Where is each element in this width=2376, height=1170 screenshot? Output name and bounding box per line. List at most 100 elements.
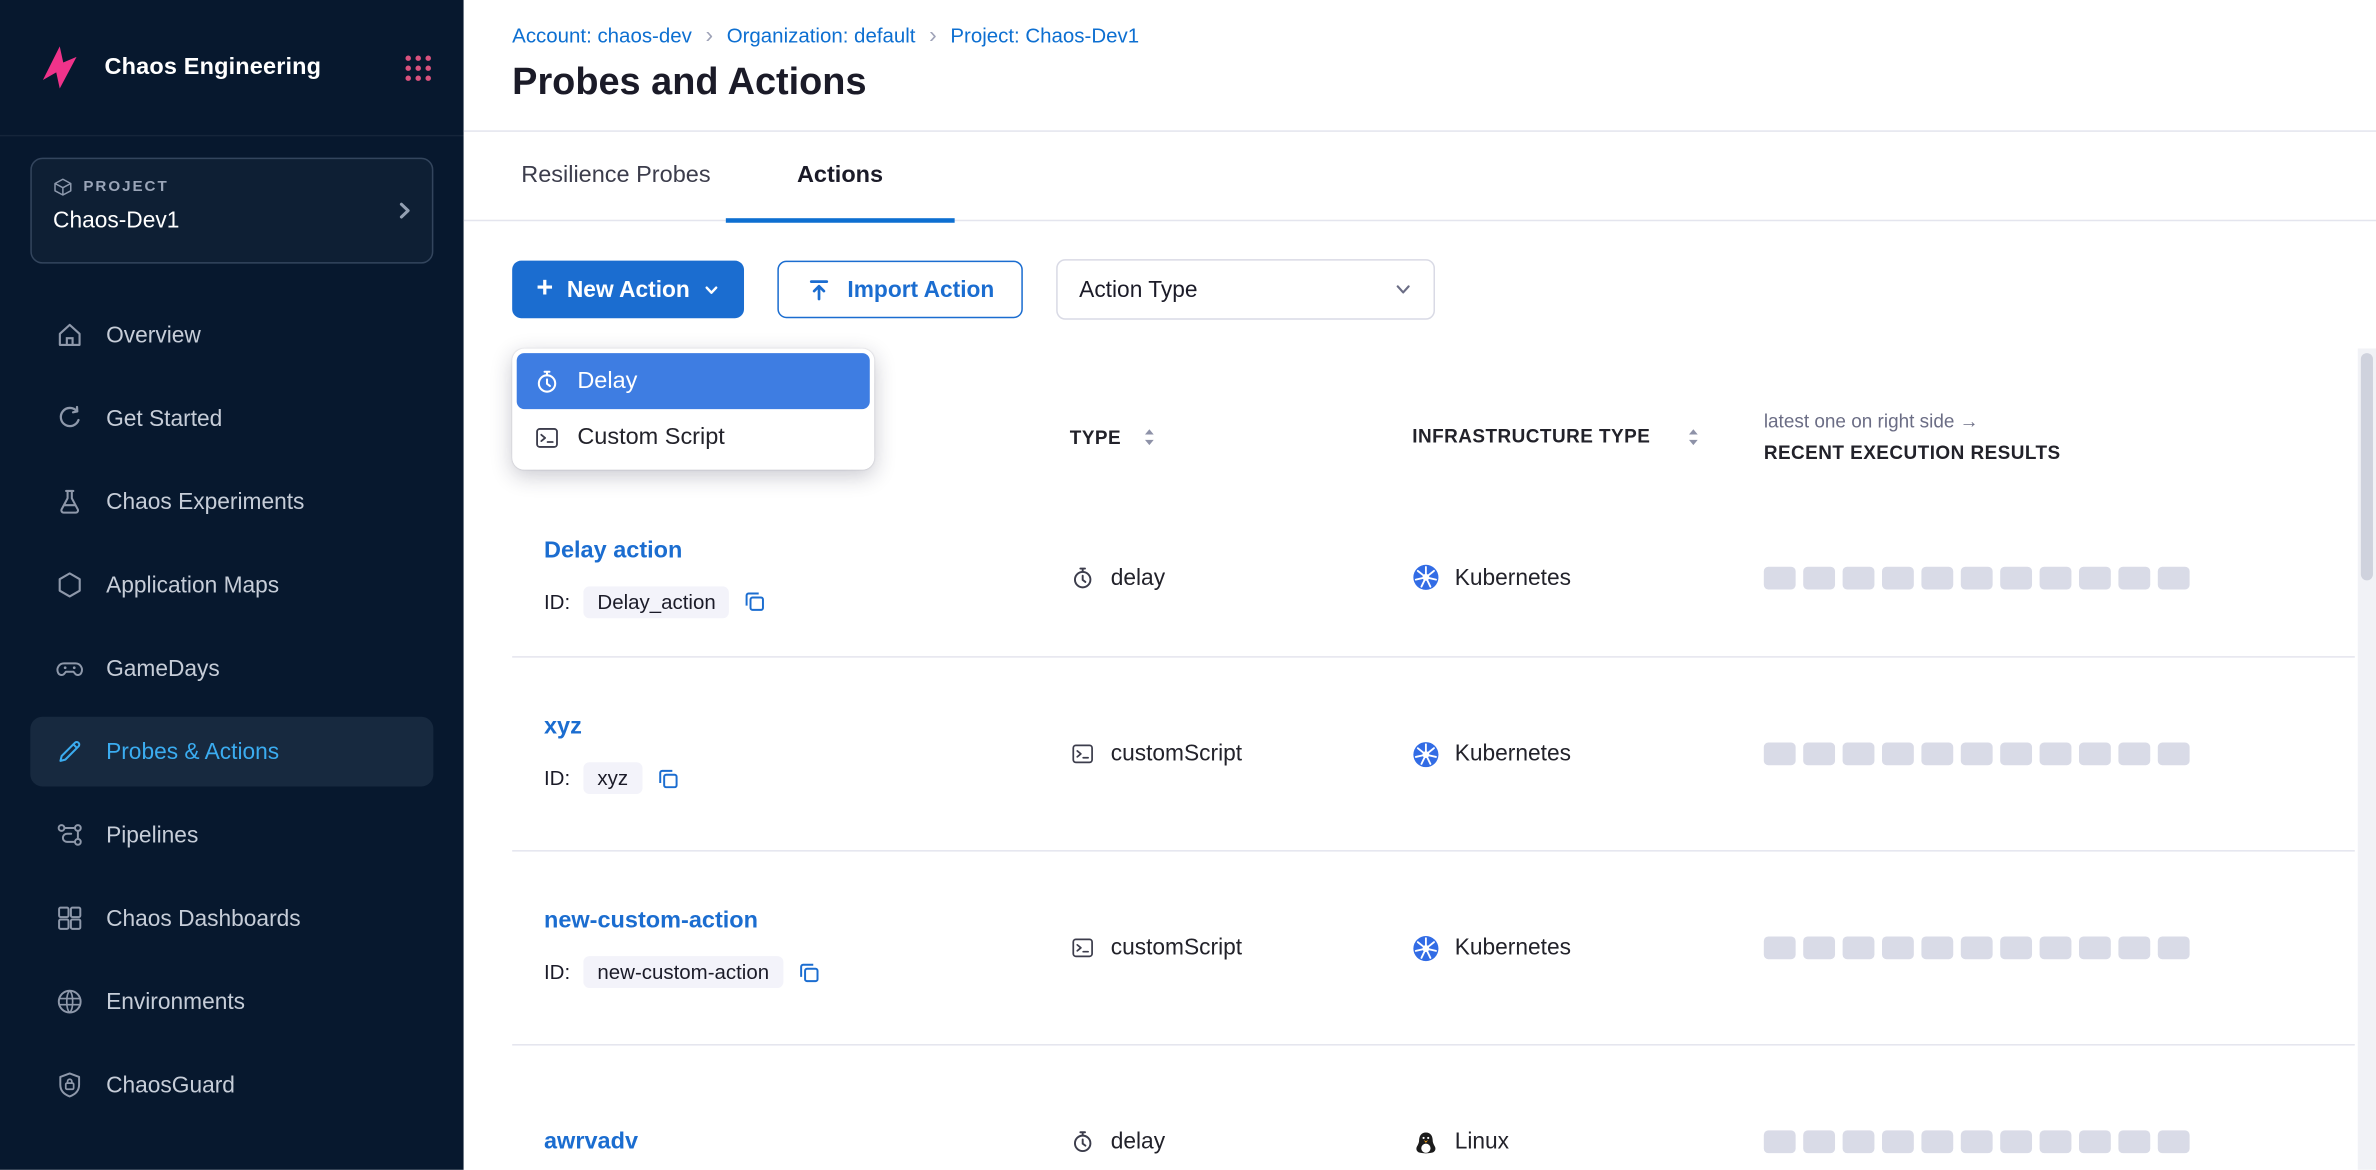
sidebar-item-get-started[interactable]: Get Started	[30, 383, 433, 453]
action-id-chip: xyz	[584, 762, 642, 794]
sidebar-item-label: Environments	[106, 989, 245, 1015]
infrastructure-value: Kubernetes	[1455, 935, 1571, 961]
main-content: Account: chaos-dev › Organization: default…	[464, 0, 2376, 1170]
recent-execution-results	[1764, 936, 2355, 959]
execution-result-placeholder	[2040, 566, 2072, 589]
hexagon-icon	[55, 570, 85, 600]
kubernetes-icon	[1412, 934, 1439, 961]
probe-icon	[55, 736, 85, 766]
execution-result-placeholder	[1961, 742, 1993, 765]
import-action-button[interactable]: Import Action	[778, 261, 1023, 319]
dashboard-icon	[55, 903, 85, 933]
timer-icon	[1070, 1129, 1096, 1155]
breadcrumb-link[interactable]: Account: chaos-dev	[512, 24, 692, 47]
action-name-link[interactable]: xyz	[544, 714, 582, 741]
sidebar-item-label: Chaos Dashboards	[106, 905, 301, 931]
sidebar-item-label: Chaos Experiments	[106, 489, 304, 515]
sidebar-item-label: ChaosGuard	[106, 1072, 235, 1098]
execution-result-placeholder	[2079, 936, 2111, 959]
results-note: latest one on right side →	[1764, 411, 2355, 432]
project-selector[interactable]: PROJECT Chaos-Dev1	[30, 158, 433, 264]
action-name-link[interactable]: Delay action	[544, 537, 682, 564]
timer-icon	[533, 367, 560, 394]
new-action-menu: Delay Custom Script	[512, 349, 874, 470]
copy-icon[interactable]	[796, 960, 820, 984]
new-action-button[interactable]: + New Action	[512, 261, 744, 319]
menu-item-custom-script[interactable]: Custom Script	[517, 409, 870, 465]
script-icon	[1070, 935, 1096, 961]
infrastructure-column-header: INFRASTRUCTURE TYPE	[1412, 423, 1650, 450]
action-name-link[interactable]: new-custom-action	[544, 908, 758, 935]
execution-result-placeholder	[2000, 742, 2032, 765]
sidebar: Chaos Engineering PROJECT Chaos-Dev1 Ove…	[0, 0, 464, 1170]
scrollbar[interactable]	[2358, 349, 2376, 1170]
get-started-icon	[55, 403, 85, 433]
sidebar-item-chaosguard[interactable]: ChaosGuard	[30, 1050, 433, 1120]
execution-result-placeholder	[1921, 742, 1953, 765]
execution-result-placeholder	[1882, 1130, 1914, 1153]
sidebar-item-label: Application Maps	[106, 572, 279, 598]
tab-resilience-probes[interactable]: Resilience Probes	[512, 132, 720, 220]
linux-icon	[1412, 1128, 1439, 1155]
shield-lock-icon	[55, 1070, 85, 1100]
execution-result-placeholder	[1961, 936, 1993, 959]
copy-icon[interactable]	[743, 589, 767, 613]
sort-icon[interactable]	[1142, 427, 1156, 447]
sidebar-item-application-maps[interactable]: Application Maps	[30, 550, 433, 620]
module-switcher-icon[interactable]	[403, 52, 433, 82]
execution-result-placeholder	[1803, 1130, 1835, 1153]
recent-execution-results	[1764, 566, 2355, 589]
sidebar-item-chaos-dashboards[interactable]: Chaos Dashboards	[30, 883, 433, 953]
execution-result-placeholder	[1921, 566, 1953, 589]
id-label: ID:	[544, 590, 570, 613]
breadcrumb-link[interactable]: Project: Chaos-Dev1	[950, 24, 1139, 47]
chevron-right-icon: ›	[705, 24, 713, 47]
execution-result-placeholder	[1843, 936, 1875, 959]
action-type-select[interactable]: Action Type	[1056, 259, 1435, 320]
action-type-value: delay	[1111, 1129, 1165, 1155]
copy-icon[interactable]	[655, 766, 679, 790]
sidebar-item-chaos-experiments[interactable]: Chaos Experiments	[30, 467, 433, 537]
import-action-label: Import Action	[847, 277, 994, 303]
execution-result-placeholder	[2118, 742, 2150, 765]
id-label: ID:	[544, 961, 570, 984]
sidebar-item-probes-actions[interactable]: Probes & Actions	[30, 717, 433, 787]
execution-result-placeholder	[2158, 566, 2190, 589]
scrollbar-thumb[interactable]	[2361, 353, 2373, 580]
execution-result-placeholder	[1803, 742, 1835, 765]
execution-result-placeholder	[2040, 1130, 2072, 1153]
sidebar-item-overview[interactable]: Overview	[30, 300, 433, 370]
import-icon	[806, 277, 832, 303]
sort-icon[interactable]	[1687, 427, 1701, 447]
execution-result-placeholder	[1843, 742, 1875, 765]
execution-result-placeholder	[2158, 936, 2190, 959]
app-window: Chaos Engineering PROJECT Chaos-Dev1 Ove…	[0, 0, 2376, 1170]
action-name-link[interactable]: awrvadv	[544, 1128, 638, 1155]
sidebar-item-gamedays[interactable]: GameDays	[30, 633, 433, 703]
menu-item-label: Custom Script	[577, 424, 725, 451]
page-title: Probes and Actions	[512, 61, 2327, 131]
recent-execution-results	[1764, 1130, 2355, 1153]
actions-table: TYPE INFRASTRUCTURE TYPE latest one on r…	[464, 376, 2355, 1170]
sidebar-item-pipelines[interactable]: Pipelines	[30, 800, 433, 870]
tab-actions[interactable]: Actions	[726, 132, 955, 220]
sidebar-item-environments[interactable]: Environments	[30, 967, 433, 1037]
new-action-label: New Action	[567, 277, 690, 303]
execution-result-placeholder	[1882, 566, 1914, 589]
chevron-down-icon	[703, 281, 720, 298]
breadcrumb-link[interactable]: Organization: default	[727, 24, 916, 47]
infrastructure-value: Kubernetes	[1455, 741, 1571, 767]
sidebar-nav: Overview Get Started Chaos Experiments A…	[0, 300, 464, 1120]
plus-icon: +	[536, 274, 553, 303]
action-id-chip: Delay_action	[584, 586, 730, 618]
page-header: Account: chaos-dev › Organization: default…	[464, 0, 2376, 132]
results-column-header: RECENT EXECUTION RESULTS	[1764, 442, 2355, 463]
execution-result-placeholder	[1921, 936, 1953, 959]
execution-result-placeholder	[2079, 566, 2111, 589]
execution-result-placeholder	[2118, 1130, 2150, 1153]
menu-item-delay[interactable]: Delay	[517, 353, 870, 409]
execution-result-placeholder	[1803, 936, 1835, 959]
harness-chaos-logo-icon	[30, 39, 86, 95]
execution-result-placeholder	[2000, 936, 2032, 959]
table-row: new-custom-action ID: new-custom-action …	[512, 850, 2355, 1044]
